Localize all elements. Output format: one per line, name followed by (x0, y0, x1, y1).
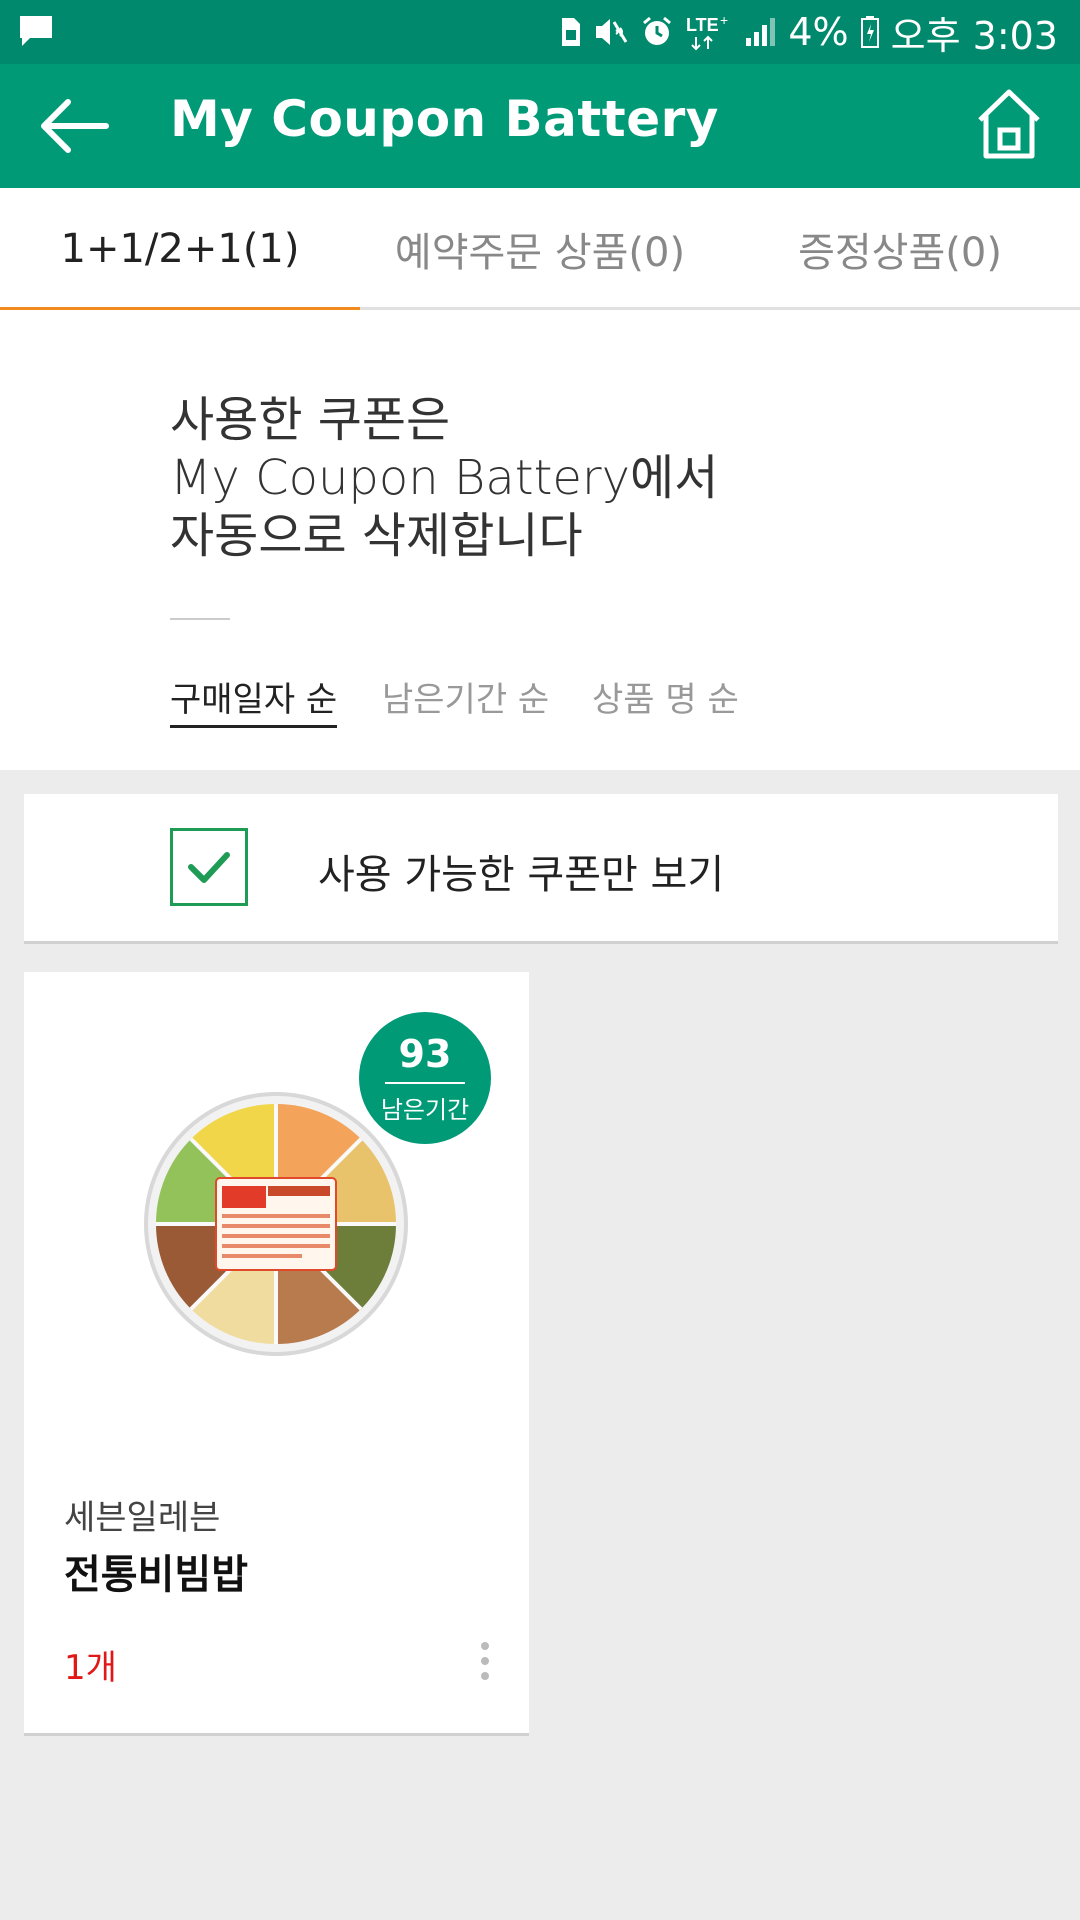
filter-row: 사용 가능한 쿠폰만 보기 (24, 794, 1058, 944)
divider (170, 618, 230, 620)
sort-by-purchase-date[interactable]: 구매일자 순 (170, 672, 338, 728)
more-options-icon[interactable] (478, 1642, 492, 1686)
available-only-checkbox[interactable] (170, 828, 248, 906)
home-icon[interactable] (974, 86, 1044, 162)
status-bar: LTE + 4% 오후 3:03 (0, 0, 1080, 64)
svg-text:+: + (720, 13, 728, 28)
signal-icon (746, 18, 776, 46)
product-name: 전통비빔밥 (64, 1552, 248, 1598)
days-left-value: 93 (398, 1032, 452, 1076)
coupon-card[interactable]: 93 남은기간 세븐일레븐 전통비빔밥 1개 (24, 972, 529, 1736)
tab-reservation[interactable]: 예약주문 상품(0) (360, 188, 720, 310)
status-time: 오후 3:03 (890, 13, 1058, 58)
sort-by-name[interactable]: 상품 명 순 (592, 672, 739, 721)
lte-icon: LTE + (686, 13, 729, 51)
sim-icon (562, 18, 581, 46)
filter-label: 사용 가능한 쿠폰만 보기 (318, 852, 725, 898)
bibimbap-product-image (144, 1092, 408, 1356)
quantity: 1개 (64, 1648, 117, 1688)
notice-panel: 사용한 쿠폰은 My Coupon Battery에서 자동으로 삭제합니다 구… (0, 310, 1080, 770)
tab-gift[interactable]: 증정상품(0) (720, 188, 1080, 310)
page-title: My Coupon Battery (170, 90, 719, 148)
battery-icon (860, 16, 879, 48)
tab-1plus1[interactable]: 1+1/2+1(1) (0, 188, 360, 313)
sort-by-remaining[interactable]: 남은기간 순 (382, 672, 549, 721)
mute-icon (596, 19, 628, 45)
notice-line: 자동으로 삭제합니다 (170, 508, 583, 564)
badge-divider (385, 1082, 465, 1084)
alarm-icon (643, 16, 672, 45)
check-icon (188, 852, 230, 883)
arrow-left-icon[interactable] (36, 94, 112, 158)
tab-bar: 1+1/2+1(1) 예약주문 상품(0) 증정상품(0) (0, 188, 1080, 313)
app-bar: My Coupon Battery (0, 64, 1080, 188)
brand-name: 세븐일레븐 (64, 1498, 221, 1538)
svg-text:LTE: LTE (686, 15, 719, 35)
chat-icon (20, 16, 52, 46)
battery-percent: 4% (788, 10, 849, 54)
